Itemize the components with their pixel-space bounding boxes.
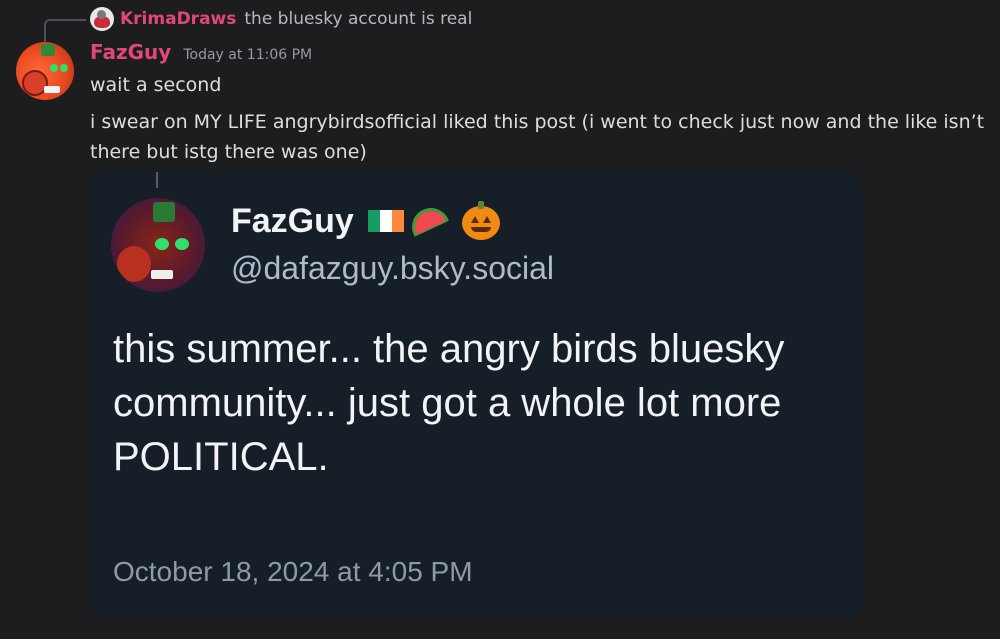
avatar-tag [44, 86, 60, 93]
bluesky-name-row: FazGuy [231, 200, 502, 242]
watermelon-icon [412, 204, 452, 238]
message-text: i swear on MY LIFE angrybirdsofficial li… [90, 111, 985, 163]
reply-author-name[interactable]: KrimaDraws [120, 9, 236, 29]
avatar-face [117, 246, 151, 282]
ireland-flag-icon [367, 210, 404, 232]
message-author[interactable]: FazGuy [90, 40, 171, 64]
avatar-tag [151, 270, 173, 279]
avatar-hat [153, 202, 175, 222]
reply-reference[interactable]: KrimaDraws the bluesky account is real [90, 6, 472, 32]
jack-o-lantern-icon [460, 200, 502, 242]
bluesky-post-text: this summer... the angry birds bluesky c… [113, 327, 785, 479]
bluesky-display-name: FazGuy [231, 201, 354, 240]
message-timestamp: Today at 11:06 PM [183, 47, 313, 63]
bluesky-post-date: October 18, 2024 at 4:05 PM [113, 556, 473, 587]
bluesky-avatar [111, 198, 205, 292]
reply-preview-text[interactable]: the bluesky account is real [244, 9, 472, 29]
message-text: wait a second [90, 74, 222, 96]
embed-connector-line [156, 172, 158, 188]
reply-connector-line [44, 19, 86, 43]
avatar-eye [60, 64, 68, 72]
reply-author-avatar[interactable] [90, 7, 114, 31]
avatar-eye [175, 238, 189, 250]
user-avatar[interactable] [16, 42, 74, 100]
bluesky-post-embed[interactable]: FazGuy @dafazguy.bsky.social this summer… [91, 172, 862, 618]
message-header: FazGuy Today at 11:06 PM [90, 40, 312, 70]
avatar-eye [50, 64, 58, 72]
bluesky-handle: @dafazguy.bsky.social [231, 250, 554, 286]
avatar-eye [155, 238, 169, 250]
avatar-hat [41, 44, 55, 56]
